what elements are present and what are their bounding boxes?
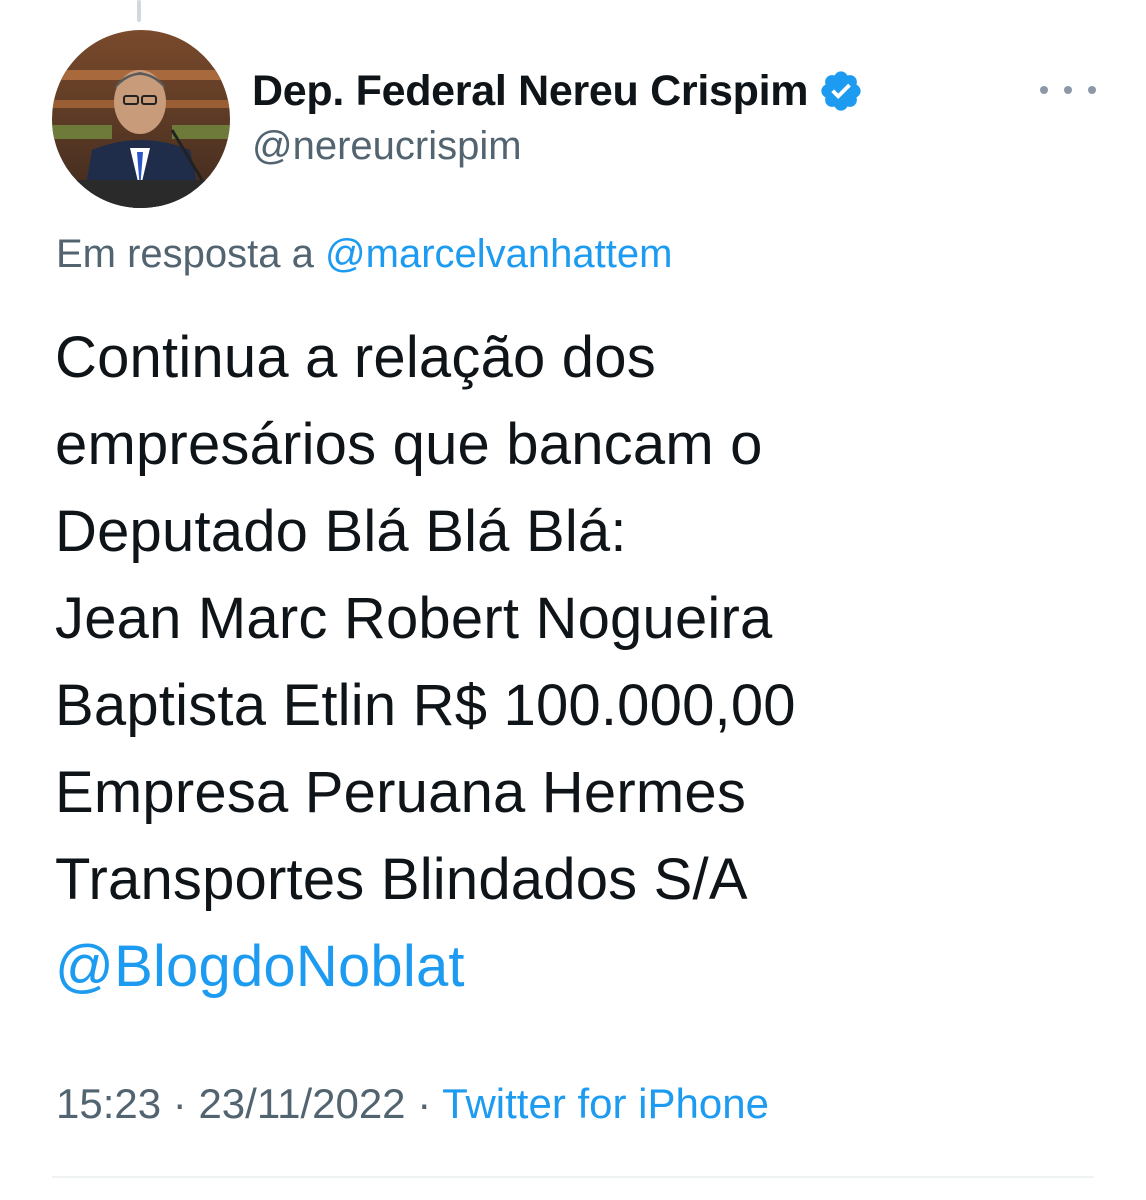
meta-separator: · (172, 1080, 187, 1127)
more-dot (1088, 86, 1096, 94)
divider (52, 1176, 1094, 1178)
tweet-text-line: Transportes Blindados S/A (55, 847, 748, 912)
tweet-text-line: Baptista Etlin R$ 100.000,00 (55, 673, 796, 738)
avatar[interactable] (52, 30, 230, 208)
author-display-name[interactable]: Dep. Federal Nereu Crispim (252, 67, 808, 116)
tweet-text-line: Empresa Peruana Hermes (55, 760, 747, 825)
tweet-metadata: 15:23 · 23/11/2022 · Twitter for iPhone (56, 1080, 769, 1128)
tweet-source-link[interactable]: Twitter for iPhone (442, 1080, 769, 1127)
tweet-time[interactable]: 15:23 (56, 1080, 161, 1127)
tweet-date[interactable]: 23/11/2022 (198, 1080, 405, 1127)
verified-badge-icon (818, 68, 864, 114)
tweet-text-line: Deputado Blá Blá Blá: (55, 499, 627, 564)
author-handle[interactable]: @nereucrispim (252, 124, 522, 169)
reply-mention-link[interactable]: @marcelvanhattem (325, 232, 672, 276)
tweet-text: Continua a relação dos empresários que b… (55, 314, 1055, 1010)
reply-prefix: Em resposta a (56, 232, 314, 276)
avatar-photo (52, 30, 230, 208)
reply-context: Em resposta a @marcelvanhattem (56, 232, 672, 277)
more-dot (1040, 86, 1048, 94)
tweet-text-line: Jean Marc Robert Nogueira (55, 586, 773, 651)
more-dot (1064, 86, 1072, 94)
author-name-row[interactable]: Dep. Federal Nereu Crispim (252, 62, 864, 120)
tweet-text-line: empresários que bancam o (55, 412, 763, 477)
tweet-text-line: Continua a relação dos (55, 325, 656, 390)
more-options-icon[interactable] (1040, 78, 1096, 102)
thread-connector-line (137, 0, 141, 22)
tweet-detail: Dep. Federal Nereu Crispim @nereucrispim… (0, 0, 1146, 1200)
tweet-mention-link[interactable]: @BlogdoNoblat (55, 923, 1055, 1010)
meta-separator: · (417, 1080, 432, 1127)
